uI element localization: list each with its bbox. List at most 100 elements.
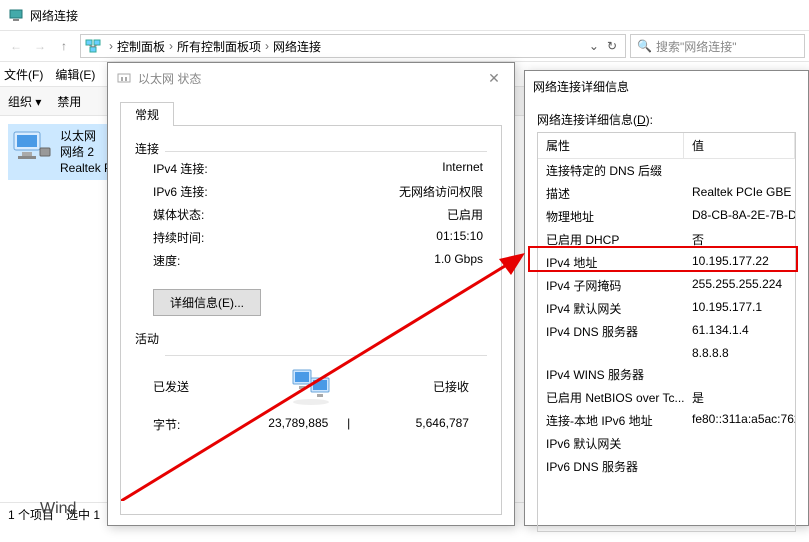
property-cell: 连接-本地 IPv6 地址 bbox=[538, 409, 684, 432]
value-cell bbox=[684, 159, 795, 182]
network-folder-icon bbox=[85, 38, 101, 54]
value-cell: 61.134.1.4 bbox=[684, 320, 795, 343]
property-cell: 描述 bbox=[538, 182, 684, 205]
property-cell: 物理地址 bbox=[538, 205, 684, 228]
chevron-right-icon[interactable]: › bbox=[109, 39, 113, 53]
ethernet-status-dialog: 以太网 状态 ✕ 常规 连接 IPv4 连接: Internet IPv6 连接… bbox=[107, 62, 515, 526]
close-button[interactable]: ✕ bbox=[474, 70, 514, 87]
list-row[interactable]: IPv4 WINS 服务器 bbox=[538, 363, 795, 386]
tab-strip: 常规 bbox=[120, 101, 502, 125]
up-button[interactable]: ↑ bbox=[52, 34, 76, 58]
property-cell: IPv6 默认网关 bbox=[538, 432, 684, 455]
list-row[interactable]: 已启用 DHCP否 bbox=[538, 228, 795, 251]
list-row[interactable]: IPv4 DNS 服务器61.134.1.4 bbox=[538, 320, 795, 343]
list-row[interactable]: 8.8.8.8 bbox=[538, 343, 795, 363]
dialog-titlebar[interactable]: 以太网 状态 ✕ bbox=[108, 63, 514, 93]
list-row[interactable]: 连接特定的 DNS 后缀 bbox=[538, 159, 795, 182]
value-cell: 10.195.177.1 bbox=[684, 297, 795, 320]
column-value[interactable]: 值 bbox=[684, 133, 795, 158]
value-cell bbox=[684, 455, 795, 478]
divider bbox=[165, 151, 487, 152]
details-button[interactable]: 详细信息(E)... bbox=[153, 289, 261, 316]
ipv4-conn-row: IPv4 连接: Internet bbox=[153, 160, 483, 177]
label: IPv4 连接: bbox=[153, 160, 208, 177]
property-cell: IPv4 地址 bbox=[538, 251, 684, 274]
back-button[interactable]: ← bbox=[4, 34, 28, 58]
breadcrumb-item[interactable]: 网络连接 bbox=[273, 38, 321, 55]
list-header: 属性 值 bbox=[538, 133, 795, 159]
dialog-title: 网络连接详细信息 bbox=[533, 78, 629, 95]
value-cell: 是 bbox=[684, 386, 795, 409]
dialog-titlebar[interactable]: 网络连接详细信息 bbox=[525, 71, 808, 101]
chevron-right-icon[interactable]: › bbox=[265, 39, 269, 53]
label: IPv6 连接: bbox=[153, 183, 208, 200]
ethernet-adapter-icon bbox=[12, 128, 52, 164]
divider bbox=[165, 355, 487, 356]
list-row[interactable]: IPv4 子网掩码255.255.255.224 bbox=[538, 274, 795, 297]
list-row[interactable]: IPv4 默认网关10.195.177.1 bbox=[538, 297, 795, 320]
value-cell: 否 bbox=[684, 228, 795, 251]
speed-row: 速度: 1.0 Gbps bbox=[153, 252, 483, 269]
property-cell bbox=[538, 343, 684, 363]
value: 1.0 Gbps bbox=[434, 252, 483, 269]
window-title: 网络连接 bbox=[30, 7, 78, 24]
dialog-body: 常规 连接 IPv4 连接: Internet IPv6 连接: 无网络访问权限… bbox=[108, 93, 514, 523]
tab-panel: 连接 IPv4 连接: Internet IPv6 连接: 无网络访问权限 媒体… bbox=[120, 125, 502, 515]
media-row: 媒体状态: 已启用 bbox=[153, 206, 483, 223]
breadcrumb: › 控制面板 › 所有控制面板项 › 网络连接 bbox=[105, 38, 321, 55]
label: 媒体状态: bbox=[153, 206, 204, 223]
recv-label: 已接收 bbox=[433, 378, 469, 395]
property-cell: 已启用 NetBIOS over Tc... bbox=[538, 386, 684, 409]
list-row[interactable]: 已启用 NetBIOS over Tc...是 bbox=[538, 386, 795, 409]
address-box[interactable]: › 控制面板 › 所有控制面板项 › 网络连接 ⌄ ↻ bbox=[80, 34, 626, 58]
search-placeholder: 搜索"网络连接" bbox=[656, 38, 737, 55]
tab-general[interactable]: 常规 bbox=[120, 102, 174, 126]
value-cell bbox=[684, 432, 795, 455]
activity-row: 已发送 已接收 bbox=[153, 366, 469, 406]
list-row[interactable]: IPv4 地址10.195.177.22 bbox=[538, 251, 795, 274]
forward-button[interactable]: → bbox=[28, 34, 52, 58]
list-row[interactable]: IPv6 默认网关 bbox=[538, 432, 795, 455]
breadcrumb-item[interactable]: 所有控制面板项 bbox=[177, 38, 261, 55]
organize-button[interactable]: 组织 ▾ bbox=[8, 93, 41, 110]
activity-icon bbox=[287, 366, 335, 406]
menu-file[interactable]: 文件(F) bbox=[4, 66, 43, 83]
property-cell: 已启用 DHCP bbox=[538, 228, 684, 251]
connection-header: 连接 bbox=[135, 140, 487, 157]
address-dropdown[interactable]: ⌄ bbox=[585, 39, 603, 53]
list-row[interactable]: 连接-本地 IPv6 地址fe80::311a:a5ac:762 bbox=[538, 409, 795, 432]
adapter-device: Realtek P bbox=[60, 160, 112, 176]
titlebar[interactable]: 网络连接 bbox=[0, 0, 809, 30]
value-cell: 8.8.8.8 bbox=[684, 343, 795, 363]
chevron-right-icon[interactable]: › bbox=[169, 39, 173, 53]
dialog-title: 以太网 状态 bbox=[138, 70, 201, 87]
property-cell: IPv6 DNS 服务器 bbox=[538, 455, 684, 478]
details-list[interactable]: 属性 值 连接特定的 DNS 后缀描述Realtek PCIe GBE F物理地… bbox=[537, 132, 796, 532]
property-cell: IPv4 子网掩码 bbox=[538, 274, 684, 297]
property-cell: IPv4 DNS 服务器 bbox=[538, 320, 684, 343]
menu-edit[interactable]: 编辑(E) bbox=[55, 66, 95, 83]
details-label: 网络连接详细信息(D): bbox=[537, 111, 796, 128]
address-bar: ← → ↑ › 控制面板 › 所有控制面板项 › 网络连接 ⌄ ↻ 🔍 搜索"网… bbox=[0, 30, 809, 62]
column-property[interactable]: 属性 bbox=[538, 133, 684, 158]
refresh-button[interactable]: ↻ bbox=[603, 39, 621, 53]
value: 无网络访问权限 bbox=[399, 183, 483, 200]
value-cell bbox=[684, 363, 795, 386]
disable-button[interactable]: 禁用 bbox=[57, 93, 81, 110]
activity-header: 活动 bbox=[135, 330, 487, 347]
adapter-name: 以太网 bbox=[60, 128, 112, 144]
value-cell: fe80::311a:a5ac:762 bbox=[684, 409, 795, 432]
breadcrumb-item[interactable]: 控制面板 bbox=[117, 38, 165, 55]
divider: | bbox=[344, 416, 354, 433]
property-cell: 连接特定的 DNS 后缀 bbox=[538, 159, 684, 182]
value: 01:15:10 bbox=[436, 229, 483, 246]
bytes-sent: 23,789,885 bbox=[228, 416, 328, 433]
value-cell: Realtek PCIe GBE F bbox=[684, 182, 795, 205]
sent-label: 已发送 bbox=[153, 378, 189, 395]
search-input[interactable]: 🔍 搜索"网络连接" bbox=[630, 34, 805, 58]
search-icon: 🔍 bbox=[637, 39, 652, 53]
bytes-row: 字节: 23,789,885 | 5,646,787 bbox=[153, 416, 469, 433]
list-row[interactable]: IPv6 DNS 服务器 bbox=[538, 455, 795, 478]
list-row[interactable]: 物理地址D8-CB-8A-2E-7B-DI bbox=[538, 205, 795, 228]
list-row[interactable]: 描述Realtek PCIe GBE F bbox=[538, 182, 795, 205]
